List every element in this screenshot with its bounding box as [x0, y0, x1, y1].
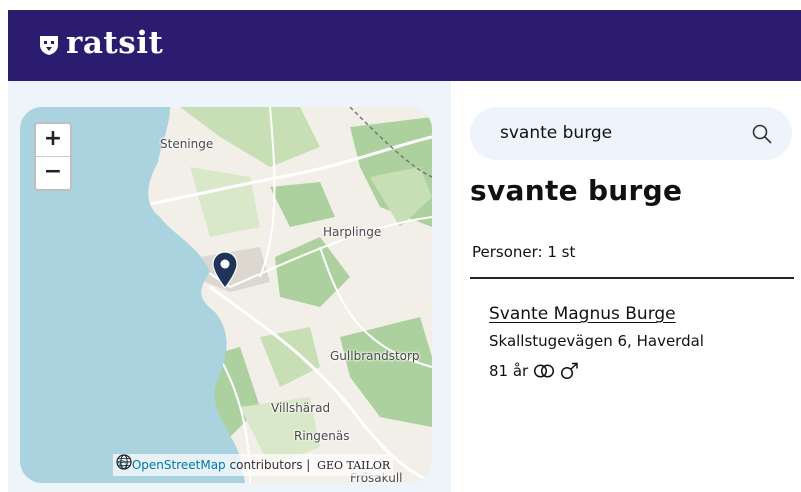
- map-attribution: © OpenStreetMap contributors | GEO TAILO…: [113, 454, 394, 476]
- logo-text: ratsit: [66, 25, 164, 61]
- map-panel: + − Steninge Harplinge Gullbrandstorp Vi…: [8, 81, 451, 492]
- result-person-address: Skallstugevägen 6, Haverdal: [489, 332, 704, 350]
- results-divider: [470, 277, 794, 279]
- place-label-ringenas: Ringenäs: [294, 429, 350, 443]
- geotailor-link[interactable]: GEO TAILOR: [317, 459, 390, 472]
- place-label-villsharad: Villshärad: [271, 401, 331, 415]
- place-label-steninge: Steninge: [160, 137, 214, 151]
- married-rings-icon: [534, 364, 555, 378]
- result-person-meta: 81 år: [489, 362, 580, 380]
- globe-icon: [116, 454, 132, 470]
- attribution-suffix: contributors |: [229, 458, 311, 472]
- place-label-gullbrandstorp: Gullbrandstorp: [330, 349, 420, 363]
- zoom-in-button[interactable]: +: [36, 124, 70, 157]
- openstreetmap-link[interactable]: OpenStreetMap: [132, 458, 226, 472]
- persons-count: Personer: 1 st: [472, 243, 576, 261]
- search-icon[interactable]: [751, 123, 773, 145]
- ratsit-logo[interactable]: ratsit: [38, 25, 163, 61]
- place-label-harplinge: Harplinge: [323, 225, 382, 239]
- map-tiles: [20, 107, 432, 483]
- zoom-out-button[interactable]: −: [36, 157, 70, 189]
- result-person-name-link[interactable]: Svante Magnus Burge: [489, 304, 676, 324]
- map-view[interactable]: + − Steninge Harplinge Gullbrandstorp Vi…: [20, 107, 432, 483]
- result-person-age: 81 år: [489, 362, 529, 380]
- zoom-controls: + −: [34, 122, 72, 191]
- results-title: svante burge: [470, 174, 683, 207]
- male-icon: [561, 362, 578, 380]
- search-input[interactable]: [500, 121, 730, 145]
- search-bar: [470, 107, 792, 160]
- shield-emblem-icon: [40, 35, 58, 55]
- site-header: ratsit: [8, 10, 801, 81]
